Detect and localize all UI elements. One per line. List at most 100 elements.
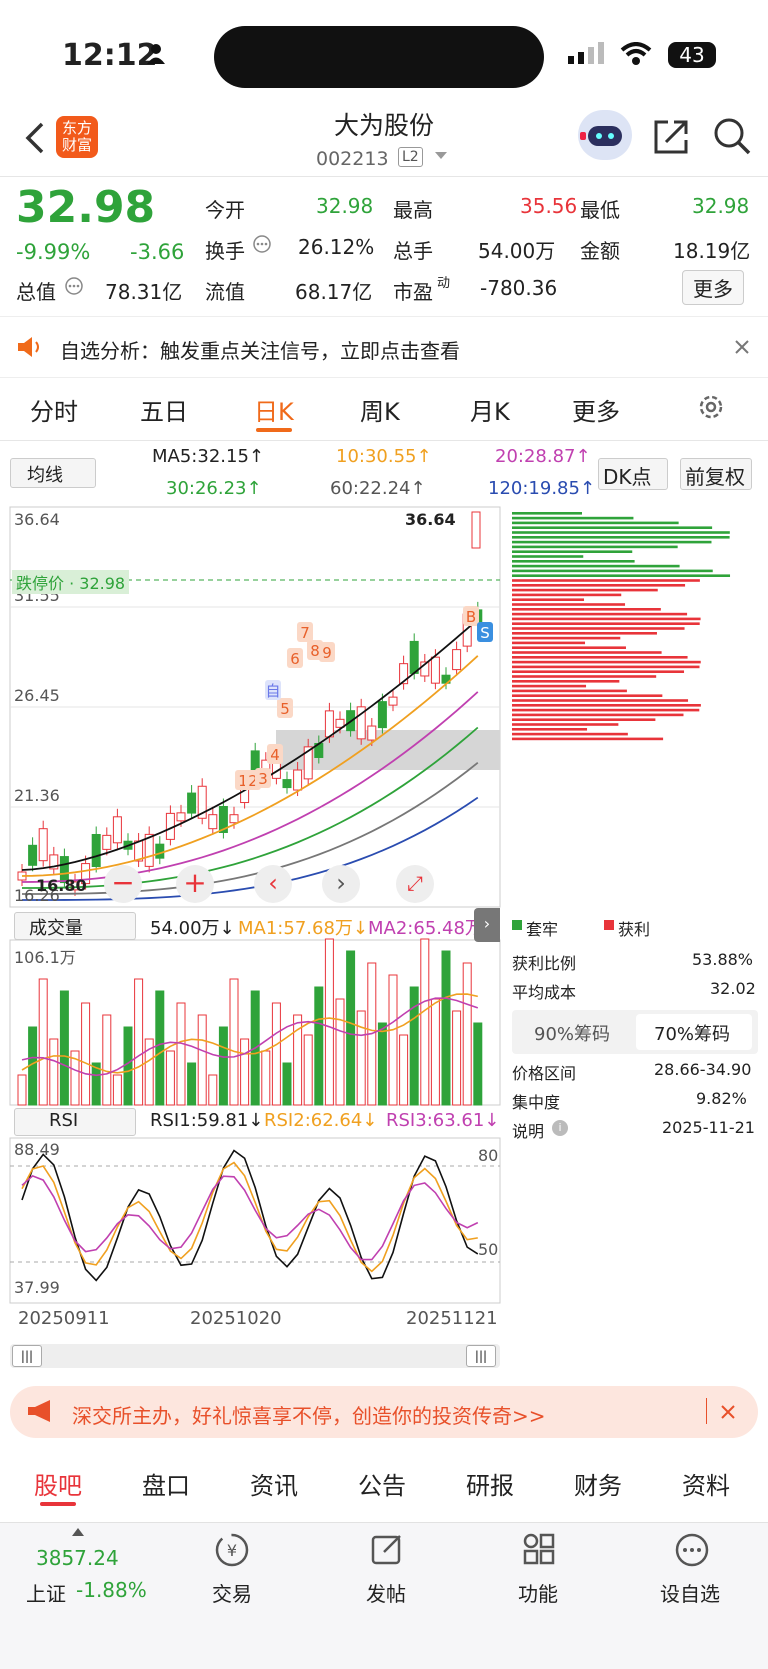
chip-bar bbox=[512, 694, 663, 697]
date-label: 20250911 bbox=[18, 1308, 110, 1329]
chip-bar bbox=[512, 627, 685, 630]
chip-bar bbox=[512, 646, 626, 649]
signal-mark: S bbox=[480, 624, 490, 642]
chip-bar bbox=[512, 728, 588, 731]
tab-guba[interactable]: 股吧 bbox=[34, 1466, 82, 1501]
candle bbox=[409, 640, 419, 674]
chip-bar bbox=[512, 641, 586, 645]
tab-announce[interactable]: 公告 bbox=[358, 1466, 406, 1501]
vol-ma1: MA1:57.68万↓ bbox=[238, 918, 368, 939]
chip-bar bbox=[512, 713, 684, 717]
fullscreen-icon[interactable]: ⤢ bbox=[396, 865, 434, 903]
chip-bar bbox=[512, 737, 664, 741]
volume-bar bbox=[356, 1010, 366, 1106]
chip-bar bbox=[512, 560, 635, 563]
chip-bar bbox=[512, 675, 657, 678]
rsi-select[interactable]: RSI bbox=[14, 1108, 136, 1136]
limit-down-tag: 跌停价 · 32.98 bbox=[12, 570, 130, 594]
chip-bar bbox=[512, 531, 730, 534]
tab-pankou[interactable]: 盘口 bbox=[142, 1466, 190, 1501]
chip-bar bbox=[512, 660, 701, 664]
range-handle-left[interactable]: ||| bbox=[12, 1345, 42, 1367]
candle bbox=[377, 701, 387, 729]
signal-mark: 7 bbox=[300, 624, 310, 642]
chip-bar bbox=[512, 732, 628, 736]
nav-watchlist[interactable]: 设自选 bbox=[660, 1578, 720, 1607]
nav-functions[interactable]: 功能 bbox=[518, 1578, 558, 1607]
chip-bar bbox=[512, 680, 620, 683]
tab-profile[interactable]: 资料 bbox=[682, 1466, 730, 1501]
volume-bar bbox=[38, 978, 48, 1106]
signal-mark: 8 bbox=[310, 642, 320, 660]
chip-bar bbox=[512, 612, 688, 616]
zoom-out-button[interactable]: − bbox=[104, 865, 142, 903]
range-handle-right[interactable]: ||| bbox=[466, 1345, 496, 1367]
chip-bar bbox=[512, 636, 621, 640]
chip-bar bbox=[512, 684, 587, 688]
chip-bar bbox=[512, 574, 731, 577]
legend-swatch-trapped bbox=[512, 920, 522, 930]
range-scrollbar[interactable] bbox=[10, 1344, 500, 1368]
tab-research[interactable]: 研报 bbox=[466, 1466, 514, 1501]
volume-bar bbox=[208, 1074, 218, 1106]
more-dots-icon[interactable] bbox=[674, 1532, 710, 1568]
limit-down-value: 32.98 bbox=[79, 574, 126, 593]
date-label: 20251121 bbox=[406, 1308, 498, 1329]
volume-bar bbox=[388, 974, 398, 1106]
volume-bar bbox=[176, 1002, 186, 1106]
banner-text[interactable]: 深交所主办，好礼惊喜享不停，创造你的投资传奇>> bbox=[72, 1400, 546, 1429]
volume-bar bbox=[17, 1074, 27, 1106]
rsi-frame bbox=[9, 1137, 501, 1304]
chip-bar bbox=[512, 593, 622, 597]
signal-mark: 6 bbox=[290, 650, 300, 668]
volume-bar bbox=[377, 1022, 387, 1106]
volume-select[interactable]: 成交量 bbox=[14, 912, 136, 940]
tab-finance[interactable]: 财务 bbox=[574, 1466, 622, 1501]
volume-bar bbox=[324, 938, 334, 1106]
chip-bar bbox=[512, 656, 688, 659]
chip-bar bbox=[512, 584, 686, 587]
info-icon[interactable]: i bbox=[552, 1120, 568, 1136]
chip-label: 集中度 bbox=[512, 1093, 561, 1112]
candle bbox=[471, 511, 481, 549]
tab-news[interactable]: 资讯 bbox=[250, 1466, 298, 1501]
zoom-in-button[interactable]: + bbox=[176, 865, 214, 903]
nav-trade[interactable]: 交易 bbox=[212, 1578, 252, 1607]
candle bbox=[293, 769, 303, 791]
chip-tab-90[interactable]: 90%筹码 bbox=[534, 1020, 610, 1046]
collapse-panel-button[interactable]: › bbox=[474, 908, 500, 942]
chip-bar bbox=[512, 651, 662, 654]
index-value[interactable]: 3857.24 bbox=[36, 1546, 119, 1570]
candle bbox=[388, 696, 398, 706]
chip-bar bbox=[512, 521, 679, 525]
kline-chart[interactable]: 1 2 345678 9自BS bbox=[0, 0, 768, 1380]
megaphone-icon bbox=[26, 1398, 56, 1424]
nav-post[interactable]: 发帖 bbox=[366, 1578, 406, 1607]
signal-mark: 自 bbox=[265, 682, 280, 700]
chip-bar bbox=[512, 603, 626, 606]
candle bbox=[430, 656, 440, 684]
compose-icon[interactable] bbox=[370, 1532, 404, 1566]
signal-mark: B bbox=[466, 608, 476, 626]
volume-bar bbox=[430, 998, 440, 1106]
chip-bar bbox=[512, 723, 619, 726]
prev-button[interactable]: ‹ bbox=[254, 865, 292, 903]
candle bbox=[229, 814, 239, 824]
candle bbox=[91, 833, 101, 867]
vol-top: 106.1万 bbox=[14, 948, 76, 967]
volume-bar bbox=[187, 1062, 197, 1106]
chip-tab-70[interactable]: 70%筹码 bbox=[636, 1014, 752, 1050]
rsi-top: 88.49 bbox=[14, 1140, 60, 1159]
chip-bar bbox=[512, 550, 633, 553]
next-button[interactable]: › bbox=[322, 865, 360, 903]
volume-bar bbox=[441, 950, 451, 1106]
candle bbox=[102, 834, 112, 850]
index-pct[interactable]: -1.88% bbox=[76, 1578, 147, 1602]
y-label: 21.36 bbox=[14, 786, 60, 805]
volume-bar bbox=[81, 1002, 91, 1106]
trade-icon[interactable]: ¥ bbox=[214, 1532, 250, 1568]
close-icon[interactable] bbox=[720, 1404, 736, 1420]
volume-bar bbox=[399, 1034, 409, 1106]
index-name[interactable]: 上证 bbox=[26, 1578, 66, 1607]
apps-icon[interactable] bbox=[522, 1532, 556, 1566]
